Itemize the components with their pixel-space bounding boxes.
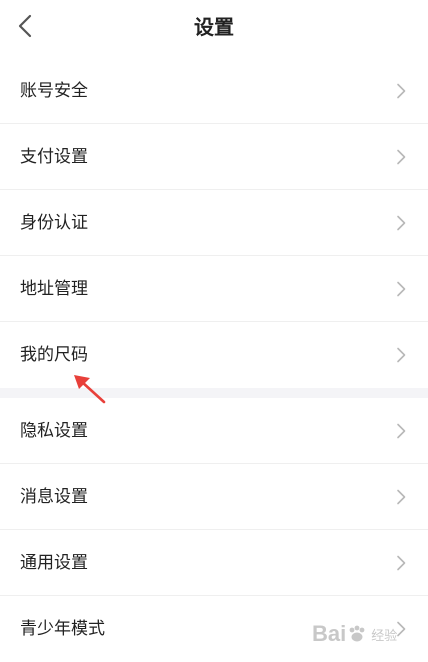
settings-item-my-size[interactable]: 我的尺码 (0, 322, 428, 388)
chevron-right-icon (397, 215, 406, 231)
page-title: 设置 (194, 15, 234, 39)
chevron-right-icon (397, 489, 406, 505)
settings-item-label: 通用设置 (20, 553, 88, 573)
settings-item-account-security[interactable]: 账号安全 (0, 58, 428, 124)
watermark-text: Bai (312, 621, 347, 646)
settings-item-label: 青少年模式 (20, 619, 105, 639)
watermark-sub: 经验 (371, 627, 398, 643)
paw-icon (349, 625, 365, 642)
settings-item-message[interactable]: 消息设置 (0, 464, 428, 530)
settings-item-privacy[interactable]: 隐私设置 (0, 398, 428, 464)
red-arrow-icon (74, 375, 106, 404)
settings-item-identity[interactable]: 身份认证 (0, 190, 428, 256)
settings-item-payment[interactable]: 支付设置 (0, 124, 428, 190)
settings-item-label: 支付设置 (20, 147, 88, 167)
header-bar: 设置 (0, 0, 428, 54)
settings-item-label: 地址管理 (20, 279, 88, 299)
settings-item-label: 账号安全 (20, 81, 88, 101)
settings-item-general[interactable]: 通用设置 (0, 530, 428, 596)
group-divider (0, 388, 428, 398)
settings-item-address[interactable]: 地址管理 (0, 256, 428, 322)
chevron-right-icon (397, 281, 406, 297)
settings-list: 账号安全 支付设置 身份认证 地址管理 我的尺码 隐私设置 消息设置 通用设置 … (0, 58, 428, 662)
chevron-right-icon (397, 83, 406, 99)
chevron-right-icon (397, 555, 406, 571)
settings-item-label: 消息设置 (20, 487, 88, 507)
chevron-right-icon (397, 423, 406, 439)
chevron-right-icon (397, 347, 406, 363)
watermark-logo: Bai 经验 (312, 614, 422, 654)
settings-item-label: 隐私设置 (20, 421, 88, 441)
settings-item-label: 身份认证 (20, 213, 88, 233)
chevron-right-icon (397, 149, 406, 165)
